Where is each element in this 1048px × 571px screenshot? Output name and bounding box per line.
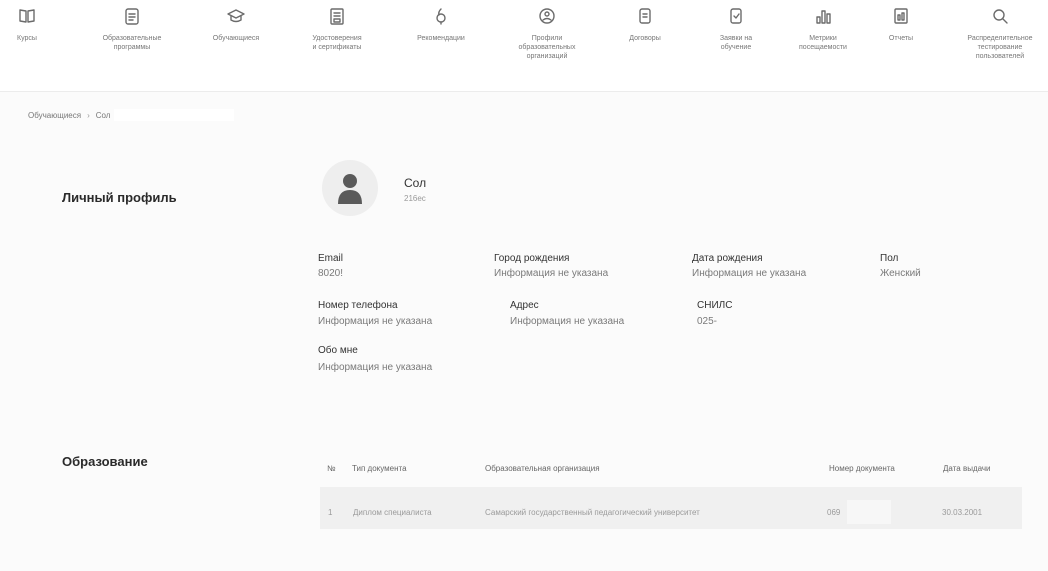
redacted-area: [114, 109, 235, 121]
user-subtitle: 216ес: [404, 194, 426, 203]
nav-item-attendance[interactable]: Метрики посещаемости: [788, 6, 858, 52]
nav-label: Распределительное тестирование пользоват…: [967, 35, 1033, 60]
nav-label: Заявки на обучение: [719, 35, 753, 51]
user-icon: [338, 174, 362, 204]
nav-label: Метрики посещаемости: [799, 35, 847, 51]
graduation-cap-icon: [226, 6, 246, 26]
nav-label: Договоры: [629, 35, 661, 42]
birth-city-label: Город рождения: [494, 253, 570, 264]
row-doc-number: 069: [827, 508, 841, 517]
section-title-education: Образование: [62, 454, 148, 469]
report-icon: [891, 6, 911, 26]
clipboard-icon: [122, 6, 142, 26]
breadcrumb: Обучающиеся › Сол: [28, 109, 235, 121]
nav-label: Рекомендации: [417, 35, 465, 42]
nav-label: Профили образовательных организаций: [518, 35, 576, 60]
column-header-organization: Образовательная организация: [485, 464, 600, 473]
email-value: 8020!: [318, 268, 344, 279]
redacted-area: [847, 500, 891, 524]
book-icon: [17, 6, 37, 26]
nav-item-students[interactable]: Обучающиеся: [206, 6, 266, 43]
row-num: 1: [328, 508, 333, 517]
nav-item-certificates[interactable]: Удостоверения и сертификаты: [296, 6, 378, 52]
address-value: Информация не указана: [510, 316, 625, 327]
nav-label: Обучающиеся: [212, 35, 260, 42]
nav-label: Курсы: [17, 35, 37, 42]
breadcrumb-separator: ›: [87, 110, 90, 120]
nav-label: Удостоверения и сертификаты: [312, 35, 362, 51]
birth-date-value: Информация не указана: [692, 268, 807, 279]
row-doc-type: Диплом специалиста: [353, 508, 432, 517]
avatar: [322, 160, 378, 216]
nav-item-org-profiles[interactable]: Профили образовательных организаций: [502, 6, 592, 61]
column-header-num: №: [327, 464, 336, 473]
nav-item-courses[interactable]: Курсы: [17, 6, 37, 43]
column-header-issue-date: Дата выдачи: [943, 464, 991, 473]
address-label: Адрес: [510, 300, 539, 311]
nav-label: Отчеты: [888, 35, 914, 42]
section-title-profile: Личный профиль: [62, 190, 177, 205]
nav-label: Образовательные программы: [102, 35, 162, 51]
phone-label: Номер телефона: [318, 300, 398, 311]
birth-date-label: Дата рождения: [692, 253, 763, 264]
document-icon: [635, 6, 655, 26]
nav-item-contracts[interactable]: Договоры: [615, 6, 675, 43]
column-header-doc-number: Номер документа: [829, 464, 895, 473]
nav-item-reports[interactable]: Отчеты: [876, 6, 926, 43]
certificate-icon: [327, 6, 347, 26]
breadcrumb-parent-link[interactable]: Обучающиеся: [28, 111, 81, 120]
nav-item-programs[interactable]: Образовательные программы: [92, 6, 172, 52]
gender-value: Женский: [880, 268, 921, 279]
nav-item-placement-testing[interactable]: Распределительное тестирование пользоват…: [956, 6, 1044, 61]
email-label: Email: [318, 253, 344, 264]
about-label: Обо мне: [318, 345, 358, 356]
lightbulb-icon: [431, 6, 451, 26]
about-value: Информация не указана: [318, 362, 433, 373]
top-navigation: Курсы Образовательные программы Обучающи…: [0, 0, 1048, 92]
nav-item-recommendations[interactable]: Рекомендации: [406, 6, 476, 43]
row-issue-date: 30.03.2001: [942, 508, 983, 517]
nav-item-applications[interactable]: Заявки на обучение: [706, 6, 766, 52]
column-header-doc-type: Тип документа: [352, 464, 407, 473]
user-name: Сол: [404, 176, 427, 190]
building-profile-icon: [537, 6, 557, 26]
application-icon: [726, 6, 746, 26]
bar-chart-icon: [813, 6, 833, 26]
row-organization: Самарский государственный педагогический…: [485, 508, 700, 517]
breadcrumb-current: Сол: [95, 110, 111, 120]
search-test-icon: [990, 6, 1010, 26]
birth-city-value: Информация не указана: [494, 268, 609, 279]
snils-value: 025-: [697, 316, 718, 327]
phone-value: Информация не указана: [318, 316, 433, 327]
gender-label: Пол: [880, 253, 899, 264]
snils-label: СНИЛС: [697, 300, 733, 311]
